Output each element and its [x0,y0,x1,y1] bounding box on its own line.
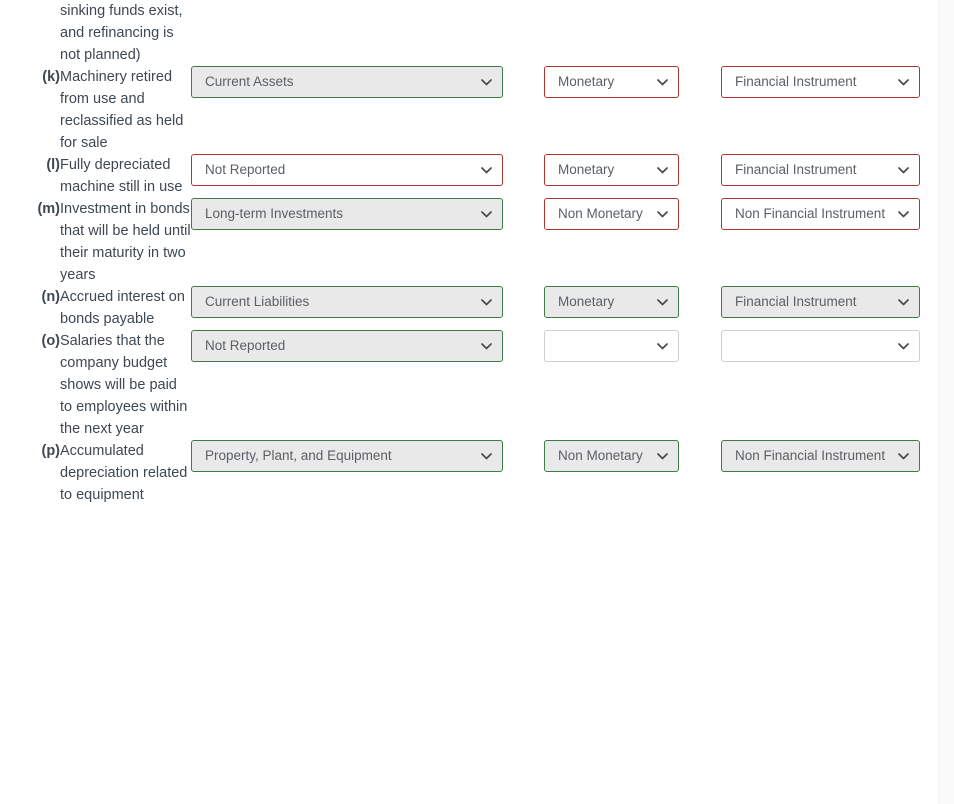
item-description: sinking funds exist, and refinancing is … [60,3,183,63]
item-description: Fully depreciated machine still in use [60,157,183,195]
classification-cell: Current Assets [191,66,544,154]
chevron-down-icon [479,67,493,97]
monetary-dropdown-value: Monetary [558,162,615,177]
chevron-down-icon [655,441,669,471]
monetary-dropdown[interactable]: Monetary [544,66,679,98]
instrument-dropdown[interactable]: Financial Instrument [721,66,920,98]
monetary-cell: Monetary [544,154,721,198]
table-row: (m) Investment in bonds that will be held… [0,198,938,286]
instrument-dropdown-value: Financial Instrument [735,294,857,309]
classification-cell [191,0,544,66]
chevron-down-icon [479,441,493,471]
instrument-dropdown[interactable]: Non Financial Instrument [721,198,920,230]
classification-dropdown[interactable]: Current Assets [191,66,503,98]
chevron-down-icon [479,199,493,229]
instrument-dropdown[interactable]: Financial Instrument [721,154,920,186]
chevron-down-icon [896,199,910,229]
chevron-down-icon [896,67,910,97]
classification-dropdown[interactable]: Not Reported [191,330,503,362]
classification-dropdown[interactable]: Property, Plant, and Equipment [191,440,503,472]
instrument-dropdown[interactable]: Financial Instrument [721,286,920,318]
classification-dropdown[interactable]: Not Reported [191,154,503,186]
table-row: (l) Fully depreciated machine still in us… [0,154,938,198]
classification-dropdown[interactable]: Current Liabilities [191,286,503,318]
item-description: Accrued interest on bonds payable [60,289,185,327]
chevron-down-icon [479,155,493,185]
monetary-cell: Non Monetary [544,198,721,286]
chevron-down-icon [655,199,669,229]
classification-cell: Long-term Investments [191,198,544,286]
classification-dropdown-value: Long-term Investments [205,206,344,221]
classification-dropdown-value: Current Liabilities [205,294,310,309]
chevron-down-icon [896,441,910,471]
item-description: Accumulated depreciation related to equi… [60,443,188,503]
item-letter: (p) [41,443,60,459]
table-row: (k) Machinery retired from use and reclas… [0,66,938,154]
classification-dropdown-value: Not Reported [205,338,286,353]
classification-cell: Property, Plant, and Equipment [191,440,544,506]
classification-table-body: sinking funds exist, and refinancing is … [0,0,938,506]
monetary-dropdown[interactable]: Monetary [544,154,679,186]
classification-dropdown-value: Not Reported [205,162,286,177]
classification-dropdown[interactable]: Long-term Investments [191,198,503,230]
chevron-down-icon [896,331,910,361]
chevron-down-icon [479,287,493,317]
instrument-cell [721,0,938,66]
chevron-down-icon [655,287,669,317]
item-letter: (o) [41,333,60,349]
chevron-down-icon [896,155,910,185]
instrument-dropdown-value: Non Financial Instrument [735,206,886,221]
table-row: sinking funds exist, and refinancing is … [0,0,938,66]
classification-exercise-table: sinking funds exist, and refinancing is … [0,0,938,506]
classification-cell: Not Reported [191,154,544,198]
item-letter: (m) [37,201,60,217]
table-row: (p) Accumulated depreciation related to e… [0,440,938,506]
monetary-dropdown-value: Monetary [558,74,615,89]
monetary-dropdown-value: Non Monetary [558,206,643,221]
item-description: Investment in bonds that will be held un… [60,201,191,283]
right-edge-gutter [938,0,954,804]
item-letter: (n) [41,289,60,305]
instrument-dropdown-value: Financial Instrument [735,74,857,89]
monetary-dropdown[interactable]: Monetary [544,286,679,318]
classification-dropdown-value: Current Assets [205,74,294,89]
instrument-dropdown-value: Financial Instrument [735,162,857,177]
item-letter [0,0,60,66]
monetary-cell: Monetary [544,286,721,330]
item-description: Machinery retired from use and reclassif… [60,69,184,151]
instrument-cell [721,330,938,440]
chevron-down-icon [479,331,493,361]
instrument-dropdown[interactable] [721,330,920,362]
classification-dropdown-value: Property, Plant, and Equipment [205,448,392,463]
monetary-dropdown[interactable]: Non Monetary [544,198,679,230]
table-row: (n) Accrued interest on bonds payable Curr… [0,286,938,330]
monetary-dropdown-value: Monetary [558,294,615,309]
chevron-down-icon [655,331,669,361]
classification-cell: Current Liabilities [191,286,544,330]
item-description: Salaries that the company budget shows w… [60,333,188,437]
instrument-cell: Non Financial Instrument [721,440,938,506]
instrument-dropdown[interactable]: Non Financial Instrument [721,440,920,472]
monetary-dropdown[interactable] [544,330,679,362]
monetary-cell: Monetary [544,66,721,154]
instrument-cell: Financial Instrument [721,286,938,330]
instrument-dropdown-value: Non Financial Instrument [735,448,886,463]
chevron-down-icon [655,67,669,97]
item-letter: (l) [46,157,60,173]
monetary-cell: Non Monetary [544,440,721,506]
table-row: (o) Salaries that the company budget show… [0,330,938,440]
monetary-dropdown[interactable]: Non Monetary [544,440,679,472]
chevron-down-icon [655,155,669,185]
chevron-down-icon [896,287,910,317]
monetary-cell [544,0,721,66]
instrument-cell: Financial Instrument [721,154,938,198]
instrument-cell: Financial Instrument [721,66,938,154]
monetary-dropdown-value: Non Monetary [558,448,643,463]
item-letter: (k) [42,69,60,85]
monetary-cell [544,330,721,440]
classification-cell: Not Reported [191,330,544,440]
instrument-cell: Non Financial Instrument [721,198,938,286]
